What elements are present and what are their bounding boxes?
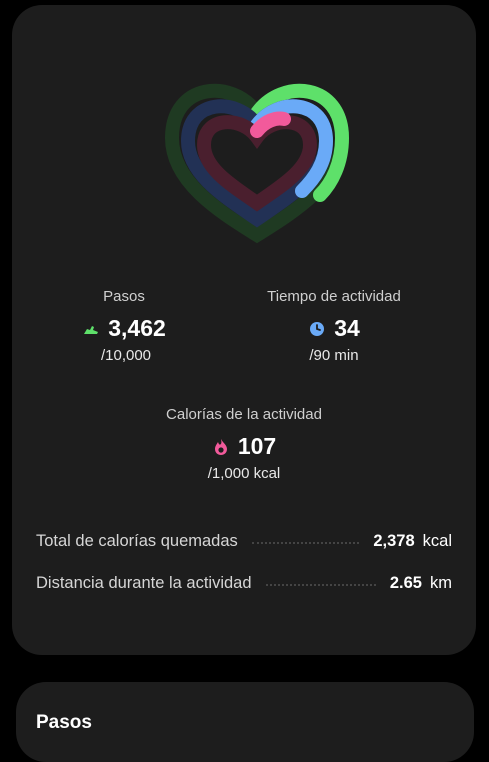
steps-goal: /10,000 xyxy=(100,347,152,364)
activity-rings xyxy=(164,83,350,244)
active-time-label: Tiempo de actividad xyxy=(267,288,401,305)
active-time-value-row: 34 xyxy=(259,315,409,342)
activity-distance-row: Distancia durante la actividad 2.65 km xyxy=(36,574,452,593)
activity-distance-unit: km xyxy=(430,574,452,592)
calories-value: 107 xyxy=(237,433,277,459)
dotted-leader xyxy=(251,541,360,544)
activity-distance-label: Distancia durante la actividad xyxy=(36,574,252,592)
total-calories-label: Total de calorías quemadas xyxy=(36,532,238,550)
steps-label: Pasos xyxy=(103,288,145,305)
steps-value-row: 3,462 xyxy=(69,315,179,342)
calories-value-row: 107 xyxy=(144,433,344,460)
calories-goal: /1,000 kcal xyxy=(207,465,281,482)
calories-label: Calorías de la actividad xyxy=(166,406,322,423)
steps-card[interactable]: Pasos xyxy=(16,682,474,762)
total-calories-unit: kcal xyxy=(422,532,452,550)
activity-summary-card[interactable]: Pasos 3,462 /10,000 Tiempo de actividad … xyxy=(12,5,476,655)
activity-distance-value: 2.65 xyxy=(389,574,422,592)
flame-icon xyxy=(212,438,230,456)
steps-card-title: Pasos xyxy=(36,712,92,733)
active-time-goal: /90 min xyxy=(309,347,359,364)
clock-icon xyxy=(308,320,326,338)
active-time-value: 34 xyxy=(334,315,360,341)
shoe-icon xyxy=(82,320,100,338)
steps-value: 3,462 xyxy=(108,315,166,341)
dotted-leader xyxy=(265,583,376,586)
total-calories-row: Total de calorías quemadas 2,378 kcal xyxy=(36,532,452,551)
total-calories-value: 2,378 xyxy=(373,532,415,550)
